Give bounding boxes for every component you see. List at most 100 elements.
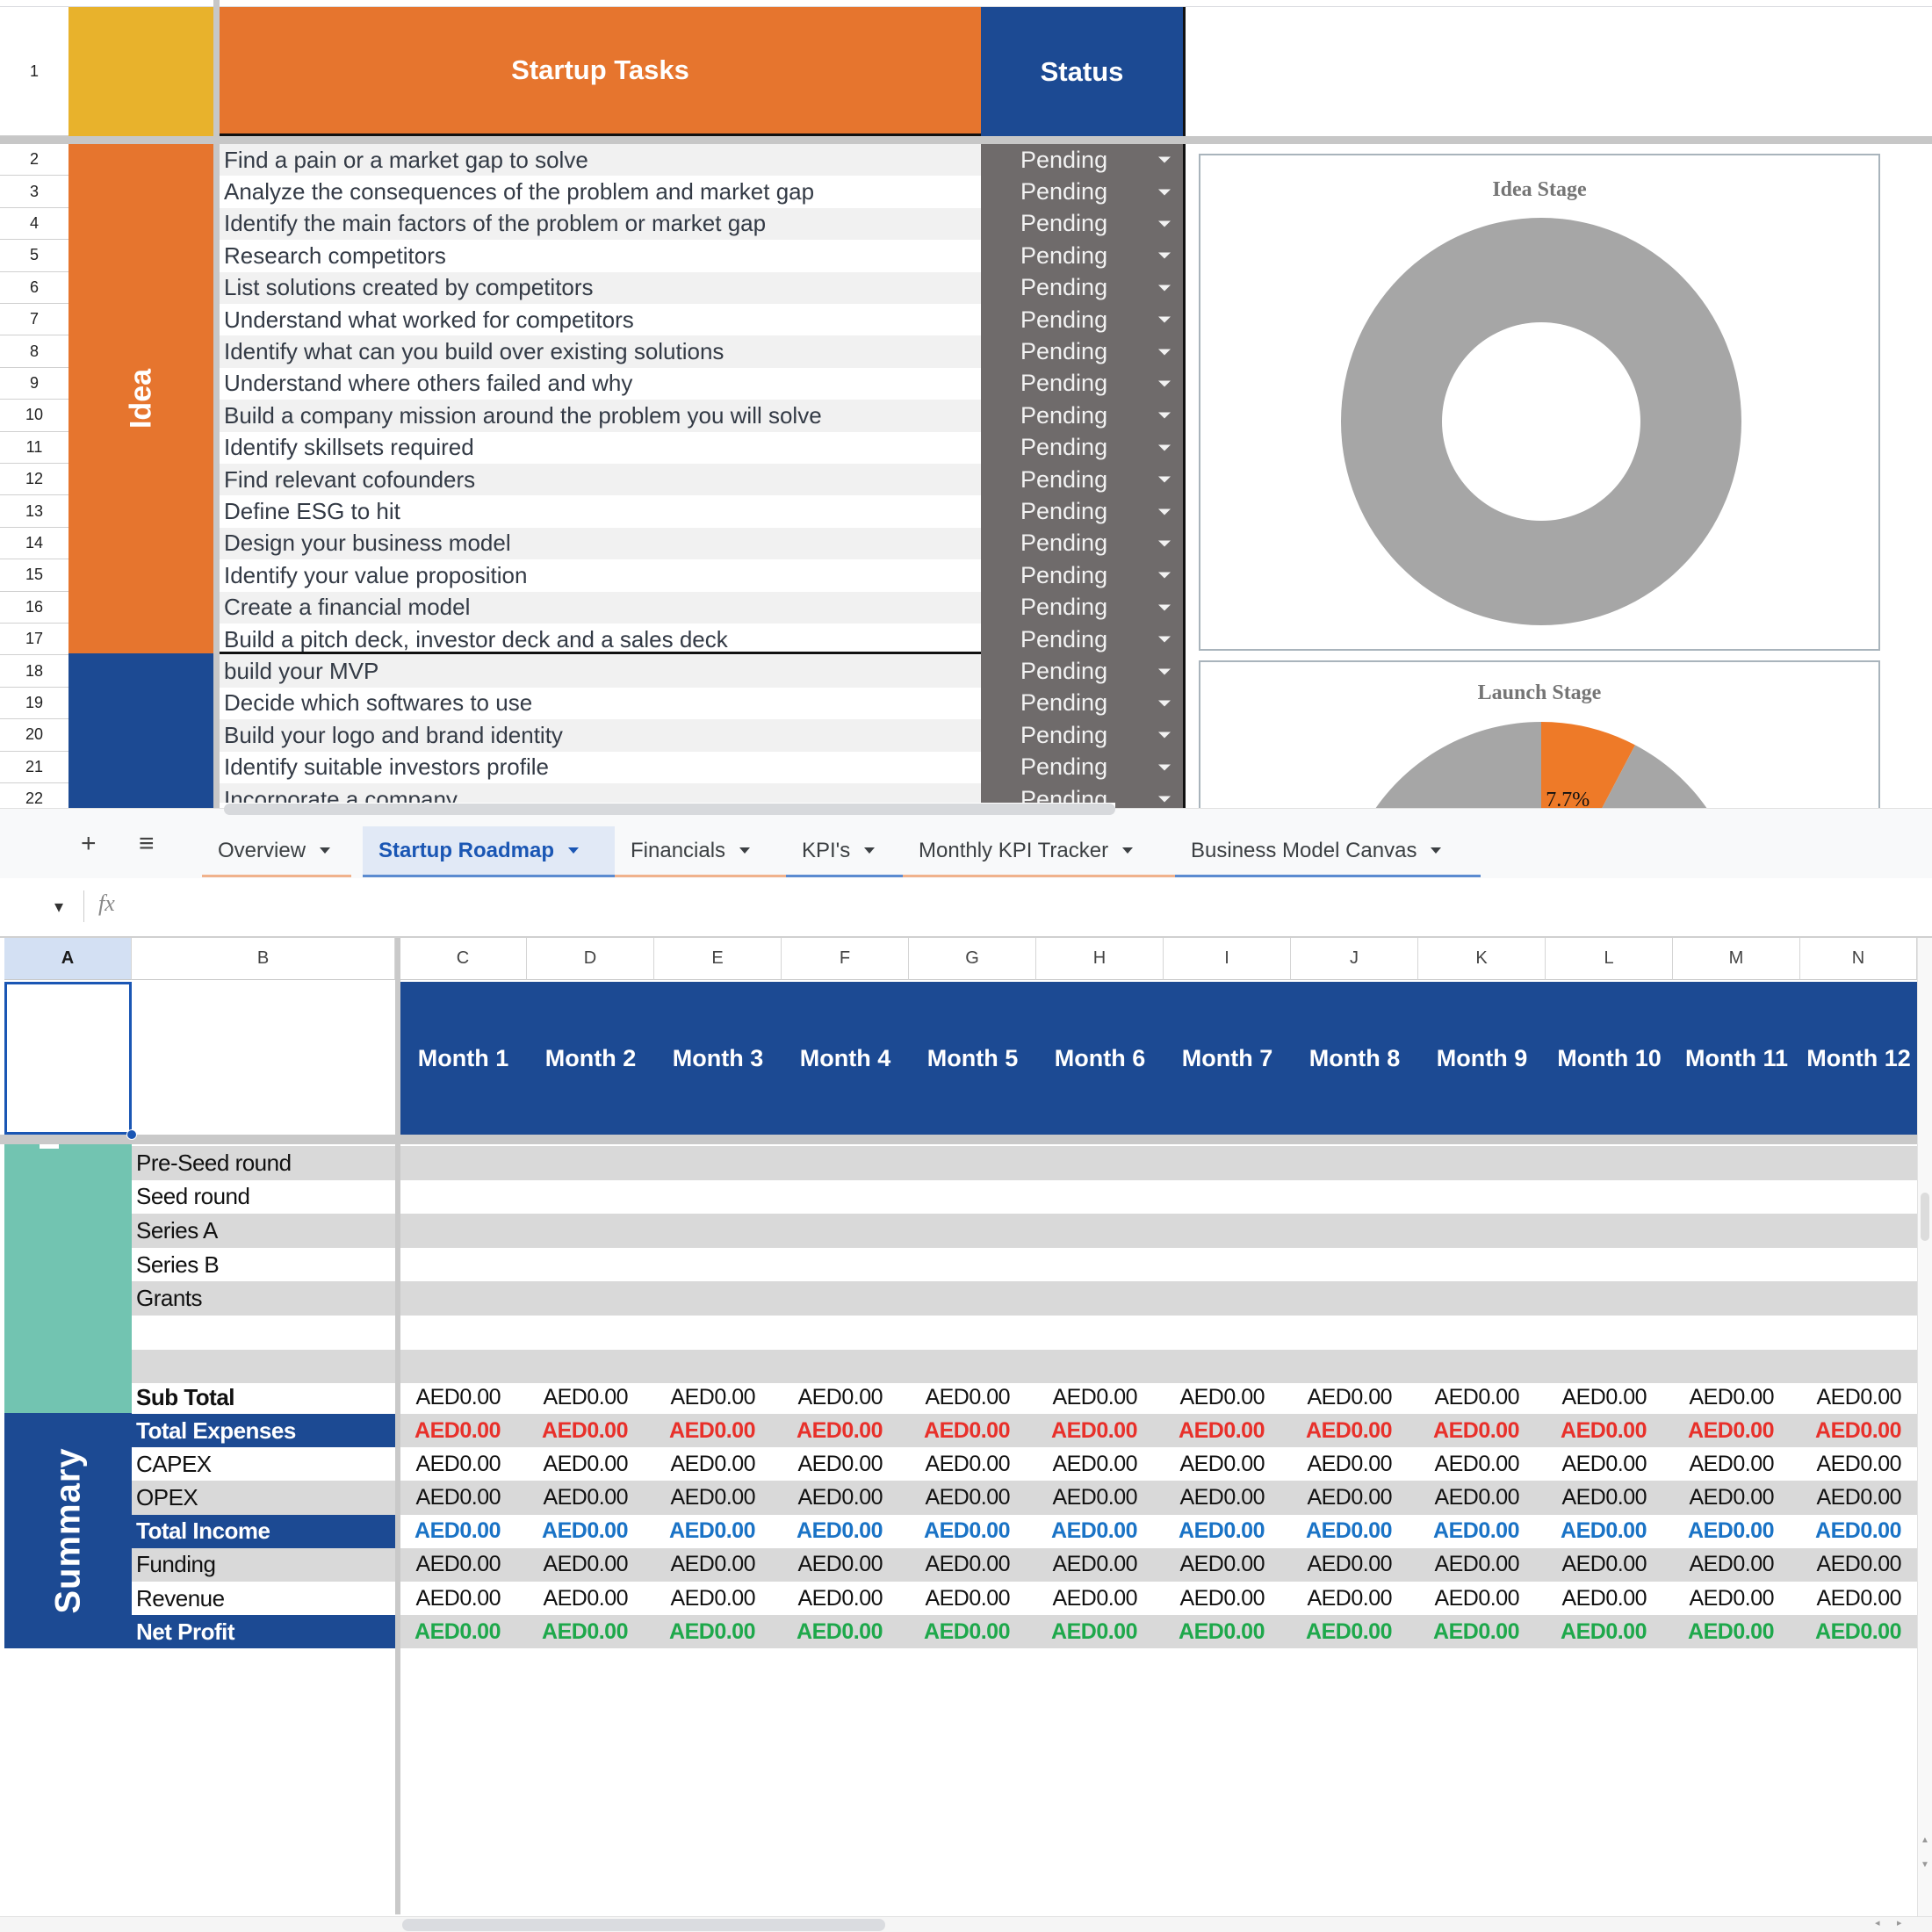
task-cell[interactable]: Design your business model [220, 527, 981, 560]
status-dropdown[interactable]: Pending [981, 559, 1186, 592]
summary-value[interactable]: AED0.00 [1164, 1548, 1291, 1582]
chevron-down-icon[interactable] [1158, 380, 1171, 387]
name-box-dropdown-icon[interactable]: ▾ [54, 896, 63, 918]
subtotal-value[interactable]: AED0.00 [1164, 1381, 1291, 1415]
row-number[interactable]: 1 [0, 7, 68, 136]
summary-value[interactable]: AED0.00 [654, 1447, 782, 1481]
summary-value[interactable]: AED0.00 [1800, 1615, 1928, 1648]
summary-value[interactable]: AED0.00 [1800, 1548, 1928, 1582]
summary-value[interactable]: AED0.00 [400, 1414, 527, 1447]
task-cell[interactable]: List solutions created by competitors [220, 271, 981, 304]
chevron-down-icon[interactable] [1158, 540, 1171, 547]
summary-value[interactable]: AED0.00 [1418, 1615, 1546, 1648]
horizontal-scrollbar-thumb[interactable] [224, 804, 1115, 815]
summary-value[interactable]: AED0.00 [1800, 1414, 1928, 1447]
row-number[interactable]: 17 [0, 624, 68, 656]
frozen-column-divider[interactable] [395, 938, 400, 1914]
vertical-scrollbar-thumb[interactable] [1921, 1193, 1929, 1241]
subtotal-value[interactable]: AED0.00 [782, 1381, 909, 1415]
row-number[interactable]: 11 [0, 431, 68, 464]
column-header[interactable]: M [1673, 938, 1800, 980]
chevron-down-icon[interactable] [1158, 668, 1171, 675]
chevron-down-icon[interactable] [1158, 220, 1171, 227]
task-cell[interactable]: Understand where others failed and why [220, 368, 981, 400]
chevron-down-icon[interactable] [1158, 604, 1171, 611]
chevron-down-icon[interactable] [1158, 444, 1171, 451]
row-number[interactable]: 15 [0, 559, 68, 592]
row-number[interactable]: 6 [0, 271, 68, 304]
summary-value[interactable]: AED0.00 [1164, 1615, 1291, 1648]
sheet-tab[interactable]: Monthly KPI Tracker [903, 826, 1175, 877]
subtotal-value[interactable]: AED0.00 [654, 1381, 782, 1415]
idea-stage-chart[interactable]: Idea Stage [1199, 154, 1880, 651]
summary-value[interactable]: AED0.00 [527, 1481, 654, 1514]
chevron-down-icon[interactable] [1158, 252, 1171, 259]
task-cell[interactable]: Build a pitch deck, investor deck and a … [220, 624, 981, 655]
summary-value[interactable]: AED0.00 [1546, 1481, 1673, 1514]
subtotal-value[interactable]: AED0.00 [1800, 1381, 1928, 1415]
status-dropdown[interactable]: Pending [981, 240, 1186, 272]
horizontal-scrollbar-thumb[interactable] [402, 1919, 885, 1931]
status-dropdown[interactable]: Pending [981, 591, 1186, 624]
summary-value[interactable]: AED0.00 [782, 1481, 909, 1514]
row-number[interactable]: 20 [0, 719, 68, 752]
task-cell[interactable]: Identify skillsets required [220, 432, 981, 464]
task-cell[interactable]: Decide which softwares to use [220, 688, 981, 719]
frozen-row-divider[interactable] [0, 136, 1932, 144]
summary-value[interactable]: AED0.00 [1800, 1481, 1928, 1514]
column-header[interactable]: G [909, 938, 1036, 980]
task-cell[interactable]: Identify suitable investors profile [220, 752, 981, 783]
add-sheet-icon[interactable]: + [81, 809, 97, 879]
summary-value[interactable]: AED0.00 [909, 1548, 1036, 1582]
row-number[interactable]: 16 [0, 591, 68, 624]
task-cell[interactable]: Identify what can you build over existin… [220, 335, 981, 368]
summary-value[interactable]: AED0.00 [782, 1447, 909, 1481]
chevron-down-icon[interactable] [1158, 572, 1171, 579]
summary-value[interactable]: AED0.00 [1673, 1615, 1800, 1648]
launch-stage-chart[interactable]: Launch Stage 7.7% [1199, 660, 1880, 808]
sheet-tab[interactable]: Startup Roadmap [363, 826, 615, 877]
column-header[interactable]: A [4, 938, 132, 980]
summary-value[interactable]: AED0.00 [1291, 1615, 1418, 1648]
summary-value[interactable]: AED0.00 [654, 1615, 782, 1648]
summary-value[interactable]: AED0.00 [527, 1548, 654, 1582]
summary-value[interactable]: AED0.00 [782, 1582, 909, 1615]
summary-value[interactable]: AED0.00 [1036, 1582, 1164, 1615]
status-dropdown[interactable]: Pending [981, 207, 1186, 241]
summary-value[interactable]: AED0.00 [1673, 1447, 1800, 1481]
status-dropdown[interactable]: Pending [981, 271, 1186, 304]
task-cell[interactable]: Research competitors [220, 240, 981, 271]
summary-value[interactable]: AED0.00 [400, 1481, 527, 1514]
summary-value[interactable]: AED0.00 [1036, 1414, 1164, 1447]
summary-value[interactable]: AED0.00 [1673, 1582, 1800, 1615]
summary-value[interactable]: AED0.00 [1546, 1414, 1673, 1447]
row-number[interactable]: 14 [0, 527, 68, 560]
chevron-down-icon[interactable] [1158, 796, 1171, 803]
summary-value[interactable]: AED0.00 [1418, 1447, 1546, 1481]
status-dropdown[interactable]: Pending [981, 335, 1186, 368]
summary-value[interactable]: AED0.00 [400, 1515, 527, 1548]
status-dropdown[interactable]: Pending [981, 367, 1186, 400]
summary-value[interactable]: AED0.00 [1800, 1515, 1928, 1548]
summary-value[interactable]: AED0.00 [654, 1548, 782, 1582]
subtotal-value[interactable]: AED0.00 [527, 1381, 654, 1415]
vertical-scrollbar[interactable]: ▲ ▼ [1917, 938, 1932, 1916]
summary-value[interactable]: AED0.00 [782, 1414, 909, 1447]
column-header[interactable]: H [1036, 938, 1164, 980]
summary-value[interactable]: AED0.00 [909, 1447, 1036, 1481]
summary-value[interactable]: AED0.00 [1291, 1414, 1418, 1447]
column-header[interactable]: I [1164, 938, 1291, 980]
sheet-tab[interactable]: KPI's [786, 826, 903, 877]
chevron-down-icon[interactable] [739, 847, 751, 854]
summary-value[interactable]: AED0.00 [1164, 1414, 1291, 1447]
summary-value[interactable]: AED0.00 [782, 1615, 909, 1648]
summary-value[interactable]: AED0.00 [1673, 1548, 1800, 1582]
column-header[interactable]: L [1546, 938, 1673, 980]
status-dropdown[interactable]: Pending [981, 464, 1186, 496]
summary-row-label[interactable]: OPEX [132, 1481, 395, 1515]
status-dropdown[interactable]: Pending [981, 719, 1186, 752]
summary-value[interactable]: AED0.00 [1546, 1447, 1673, 1481]
summary-value[interactable]: AED0.00 [1164, 1481, 1291, 1514]
row-number[interactable]: 4 [0, 207, 68, 241]
summary-value[interactable]: AED0.00 [400, 1447, 527, 1481]
